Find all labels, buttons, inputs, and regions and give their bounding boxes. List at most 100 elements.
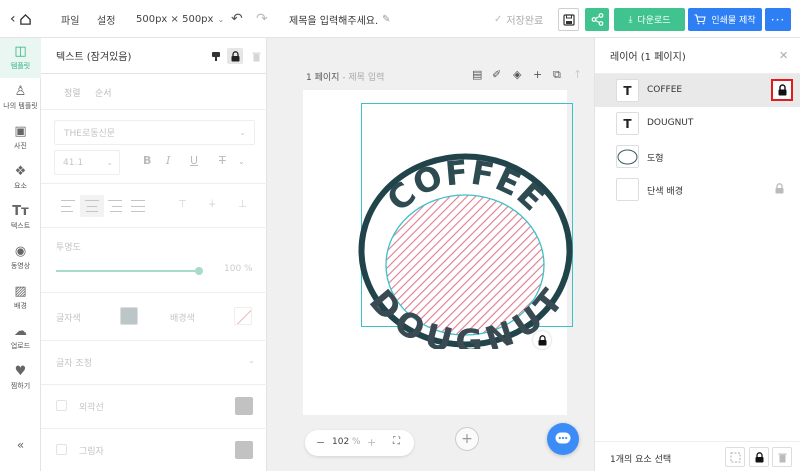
video-icon: ◉ bbox=[14, 244, 27, 259]
letter-spacing-section[interactable]: 글자 조정 ⌄ bbox=[41, 341, 267, 385]
shadow-label: 그림자 bbox=[79, 447, 104, 457]
print-order-button[interactable]: 인쇄물 제작 bbox=[688, 8, 762, 31]
rail-item-text[interactable]: Tт 텍스트 bbox=[0, 198, 41, 238]
page-number: 1 페이지 bbox=[306, 73, 340, 83]
arrange-tabs: 정렬 순서 bbox=[41, 74, 267, 110]
align-right-icon[interactable] bbox=[108, 200, 122, 212]
download-button[interactable]: ⤓ 다운로드 bbox=[614, 8, 685, 31]
rail-item-favorites[interactable]: ♥ 찜하기 bbox=[0, 358, 41, 398]
align-justify-icon[interactable] bbox=[131, 200, 145, 212]
text-color-swatch[interactable] bbox=[120, 307, 138, 325]
layer-item-coffee[interactable]: T COFFEE bbox=[595, 74, 800, 107]
rail-item-upload[interactable]: ☁ 업로드 bbox=[0, 318, 41, 358]
rail-item-photo[interactable]: ▣ 사진 bbox=[0, 118, 41, 158]
shadow-color-swatch[interactable] bbox=[235, 441, 253, 459]
trash-icon[interactable] bbox=[248, 48, 264, 64]
valign-top-icon[interactable]: ⊤ bbox=[178, 199, 187, 210]
font-family-select[interactable]: THE로동신문 ⌄ bbox=[54, 120, 255, 145]
shadow-section: 그림자 bbox=[41, 429, 267, 471]
upload-icon: ☁ bbox=[14, 324, 27, 339]
bg-color-swatch[interactable] bbox=[234, 307, 252, 325]
file-menu[interactable]: 파일 bbox=[61, 0, 79, 38]
chevron-left-icon: ‹ bbox=[10, 11, 16, 27]
undo-button[interactable]: ↶ bbox=[231, 0, 243, 38]
add-page-button[interactable]: + bbox=[455, 427, 479, 451]
valign-middle-icon[interactable]: ∔ bbox=[208, 199, 216, 210]
rail-item-my-template[interactable]: ♙ 나의 템플릿 bbox=[0, 78, 41, 118]
canvas-lock-badge[interactable] bbox=[533, 331, 551, 349]
panel-title: 텍스트 (잠겨있음) bbox=[56, 52, 132, 63]
chat-support-button[interactable] bbox=[547, 423, 579, 455]
share-button[interactable] bbox=[585, 8, 609, 31]
layer-item-background[interactable]: 단색 배경 bbox=[595, 173, 800, 206]
rail-item-label: 찜하기 bbox=[10, 382, 31, 390]
magic-icon[interactable]: ✐ bbox=[492, 68, 501, 81]
font-size-select[interactable]: 41.1 ⌄ bbox=[54, 150, 120, 175]
paint-bucket-icon[interactable]: ◈ bbox=[513, 68, 521, 81]
strikethrough-button[interactable]: Ŧ bbox=[219, 154, 226, 167]
rail-item-background[interactable]: ▨ 배경 bbox=[0, 278, 41, 318]
bold-button[interactable]: B bbox=[143, 154, 151, 167]
alignment-section: ⊤ ∔ ⊥ bbox=[41, 183, 267, 228]
undo-icon: ↶ bbox=[231, 11, 243, 27]
arrow-up-icon[interactable]: ↑ bbox=[573, 68, 582, 81]
paint-format-icon[interactable] bbox=[208, 48, 224, 64]
zoom-value[interactable]: 102 % bbox=[332, 437, 361, 447]
canvas-size-dropdown[interactable]: 500px × 500px ⌄ bbox=[136, 0, 224, 38]
outline-label: 외곽선 bbox=[79, 403, 104, 413]
background-icon: ▨ bbox=[14, 284, 27, 299]
chevron-down-icon[interactable]: ⌄ bbox=[238, 157, 245, 166]
zoom-out-button[interactable]: − bbox=[316, 436, 325, 449]
opacity-slider-knob[interactable] bbox=[195, 267, 203, 275]
zoom-in-button[interactable]: + bbox=[367, 436, 376, 449]
design-page[interactable]: COFFEE DOUGNUT bbox=[303, 90, 573, 415]
chevron-down-icon: ⌄ bbox=[239, 128, 246, 137]
layer-lock-indicator[interactable] bbox=[775, 183, 784, 197]
redo-button[interactable]: ↷ bbox=[256, 0, 268, 38]
photo-icon: ▣ bbox=[14, 124, 27, 139]
document-title-input[interactable]: 제목을 입력해주세요. ✎ bbox=[289, 0, 391, 38]
download-label: 다운로드 bbox=[637, 16, 671, 26]
save-button[interactable] bbox=[558, 8, 579, 31]
layer-item-dougnut[interactable]: T DOUGNUT bbox=[595, 107, 800, 140]
rail-item-label: 배경 bbox=[14, 302, 27, 310]
valign-bottom-icon[interactable]: ⊥ bbox=[238, 199, 247, 210]
align-left-icon[interactable] bbox=[61, 200, 75, 212]
chevron-down-icon: ⌄ bbox=[106, 158, 113, 167]
select-area-button[interactable] bbox=[725, 447, 745, 467]
text-layer-thumb: T bbox=[616, 112, 639, 135]
back-home-button[interactable]: ‹ bbox=[10, 0, 32, 38]
rail-item-elements[interactable]: ❖ 요소 bbox=[0, 158, 41, 198]
coffee-doughnut-artwork[interactable]: COFFEE DOUGNUT bbox=[358, 152, 573, 349]
footer-lock-button[interactable] bbox=[749, 447, 769, 467]
opacity-section: 투명도 100 % bbox=[41, 228, 267, 293]
fit-screen-icon[interactable]: ⛶ bbox=[393, 436, 400, 447]
more-options-button[interactable]: ··· bbox=[765, 8, 791, 31]
opacity-slider-track[interactable] bbox=[56, 270, 199, 272]
footer-delete-button[interactable] bbox=[772, 447, 792, 467]
lock-icon bbox=[538, 334, 546, 345]
underline-button[interactable]: U bbox=[190, 154, 198, 167]
chat-bubble-icon bbox=[555, 432, 571, 444]
bg-color-label: 배경색 bbox=[170, 314, 195, 324]
collapse-rail-button[interactable]: « bbox=[0, 438, 41, 458]
layer-item-shape[interactable]: 도형 bbox=[595, 140, 800, 173]
settings-menu[interactable]: 설정 bbox=[97, 0, 115, 38]
copy-page-icon[interactable]: ⧉ bbox=[553, 68, 561, 82]
shadow-checkbox[interactable] bbox=[56, 444, 67, 455]
close-icon[interactable]: ✕ bbox=[779, 49, 788, 62]
tab-order[interactable]: 순서 bbox=[95, 86, 112, 99]
align-center-icon[interactable] bbox=[85, 200, 99, 212]
page-memo-icon[interactable]: ▤ bbox=[472, 68, 482, 81]
italic-button[interactable]: I bbox=[166, 154, 170, 167]
add-icon[interactable]: + bbox=[533, 68, 542, 81]
lock-icon[interactable] bbox=[227, 48, 243, 64]
layer-lock-toggle[interactable] bbox=[771, 79, 793, 101]
outline-checkbox[interactable] bbox=[56, 400, 67, 411]
tab-align[interactable]: 정렬 bbox=[64, 86, 81, 99]
layer-name: DOUGNUT bbox=[647, 118, 694, 128]
rail-item-video[interactable]: ◉ 동영상 bbox=[0, 238, 41, 278]
rail-item-template[interactable]: ◫ 템플릿 bbox=[0, 38, 41, 78]
opacity-label: 투명도 bbox=[56, 243, 81, 253]
outline-color-swatch[interactable] bbox=[235, 397, 253, 415]
